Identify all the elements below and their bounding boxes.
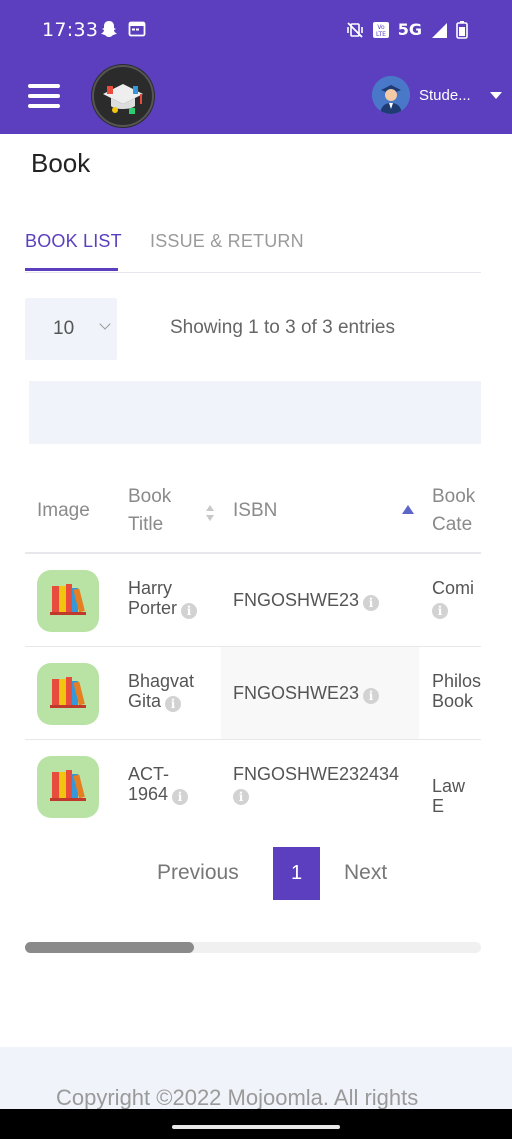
book-title-cell: Bhagvat Gita i bbox=[128, 671, 194, 712]
book-table[interactable]: Image Book Title ISBN Book Cate Harry Po… bbox=[25, 473, 481, 831]
info-icon[interactable]: i bbox=[181, 603, 198, 619]
current-page-button[interactable]: 1 bbox=[273, 847, 320, 900]
isbn-cell: FNGOSHWE23 i bbox=[233, 590, 380, 611]
column-header-label: Title bbox=[128, 514, 164, 535]
book-category-value: Comi bbox=[432, 578, 475, 598]
column-header-label: Cate bbox=[432, 514, 473, 535]
book-title-line: Bhagvat bbox=[128, 671, 195, 691]
isbn-cell: FNGOSHWE232434 i bbox=[233, 764, 399, 805]
copyright-text: Copyright ©2022 Mojoomla. All rights bbox=[56, 1085, 419, 1110]
chevron-down-icon[interactable] bbox=[489, 91, 502, 99]
column-header-label: Book bbox=[128, 486, 172, 507]
book-category-cell: Comi i bbox=[432, 578, 474, 619]
scrollbar-thumb[interactable] bbox=[25, 942, 194, 953]
book-title-line: Harry bbox=[128, 578, 172, 598]
sort-ascending-icon[interactable] bbox=[402, 505, 414, 514]
menu-icon[interactable] bbox=[28, 84, 60, 108]
book-title-line: Porter bbox=[128, 598, 178, 618]
svg-text:LTE: LTE bbox=[376, 31, 386, 38]
isbn-value: FNGOSHWE23 bbox=[233, 590, 360, 610]
book-category-value: Philos bbox=[432, 671, 481, 691]
info-icon[interactable]: i bbox=[432, 603, 448, 619]
isbn-cell: FNGOSHWE23 i bbox=[233, 683, 380, 704]
book-category-cell: Philos Book bbox=[432, 671, 481, 711]
books-icon bbox=[50, 584, 86, 615]
column-header-book-title[interactable]: Book Title bbox=[128, 483, 171, 563]
svg-text:Vo: Vo bbox=[377, 24, 385, 31]
entries-info: Showing 1 to 3 of 3 entries bbox=[170, 317, 395, 338]
book-thumbnail bbox=[37, 756, 99, 818]
battery-icon bbox=[456, 20, 468, 39]
book-title-cell: ACT- 1964 i bbox=[128, 764, 189, 805]
info-icon[interactable]: i bbox=[233, 789, 249, 805]
system-navigation-bar bbox=[0, 1109, 512, 1139]
user-menu[interactable]: Stude... bbox=[372, 76, 502, 114]
pagination: Previous 1 Next bbox=[0, 847, 512, 901]
tab-bar: BOOK LIST ISSUE & RETURN bbox=[25, 226, 481, 273]
info-icon[interactable]: i bbox=[363, 595, 380, 611]
horizontal-scrollbar[interactable] bbox=[25, 942, 481, 953]
table-row[interactable]: Harry Porter i FNGOSHWE23 i Comi i bbox=[25, 554, 481, 647]
info-icon[interactable]: i bbox=[165, 696, 182, 712]
page-title: Book bbox=[31, 148, 91, 178]
entries-per-page-select[interactable]: 10 bbox=[25, 298, 117, 360]
vibrate-muted-icon bbox=[346, 21, 363, 38]
next-page-button[interactable]: Next bbox=[344, 861, 387, 885]
book-title-line: Gita bbox=[128, 691, 162, 711]
book-title-line: ACT- bbox=[128, 764, 170, 784]
status-bar: 17:33 Vo LTE 5G bbox=[0, 0, 512, 62]
school-logo[interactable] bbox=[91, 64, 155, 128]
snapchat-icon bbox=[101, 21, 117, 37]
tab-book-list[interactable]: BOOK LIST bbox=[25, 231, 122, 252]
book-thumbnail bbox=[37, 570, 99, 632]
network-type: 5G bbox=[397, 20, 422, 39]
book-category-cell: Law E bbox=[432, 776, 481, 816]
user-name: Stude... bbox=[419, 86, 471, 104]
home-gesture-handle[interactable] bbox=[172, 1125, 340, 1129]
info-icon[interactable]: i bbox=[363, 688, 380, 704]
column-header-label: Book bbox=[432, 486, 476, 507]
signal-icon bbox=[432, 22, 447, 38]
volte-icon: Vo LTE bbox=[372, 21, 389, 38]
table-row[interactable]: ACT- 1964 i FNGOSHWE232434 i Law E bbox=[25, 740, 481, 831]
column-header-book-category[interactable]: Book Cate bbox=[432, 483, 475, 563]
search-input[interactable] bbox=[29, 381, 481, 444]
avatar bbox=[372, 76, 410, 114]
books-icon bbox=[50, 677, 86, 708]
status-time: 17:33 bbox=[42, 19, 99, 41]
entries-per-page-value: 10 bbox=[53, 318, 75, 339]
book-title-line: 1964 bbox=[128, 784, 169, 804]
table-row[interactable]: Bhagvat Gita i FNGOSHWE23 i Philos Book bbox=[25, 647, 481, 740]
active-tab-indicator bbox=[25, 268, 118, 271]
status-indicators: Vo LTE 5G bbox=[346, 20, 468, 39]
book-thumbnail bbox=[37, 663, 99, 725]
isbn-value: FNGOSHWE23 bbox=[233, 683, 360, 703]
tab-issue-return[interactable]: ISSUE & RETURN bbox=[150, 231, 304, 252]
book-category-value: Law E bbox=[432, 776, 466, 816]
app-bar: Stude... bbox=[0, 62, 512, 134]
book-title-cell: Harry Porter i bbox=[128, 578, 198, 619]
isbn-value: FNGOSHWE232434 bbox=[233, 764, 400, 784]
info-icon[interactable]: i bbox=[172, 789, 189, 805]
chevron-down-icon bbox=[99, 318, 111, 330]
calendar-icon bbox=[128, 21, 146, 37]
previous-page-button[interactable]: Previous bbox=[157, 861, 239, 885]
book-category-value: Book bbox=[432, 691, 474, 711]
sort-icon[interactable] bbox=[205, 503, 215, 523]
books-icon bbox=[50, 770, 86, 801]
